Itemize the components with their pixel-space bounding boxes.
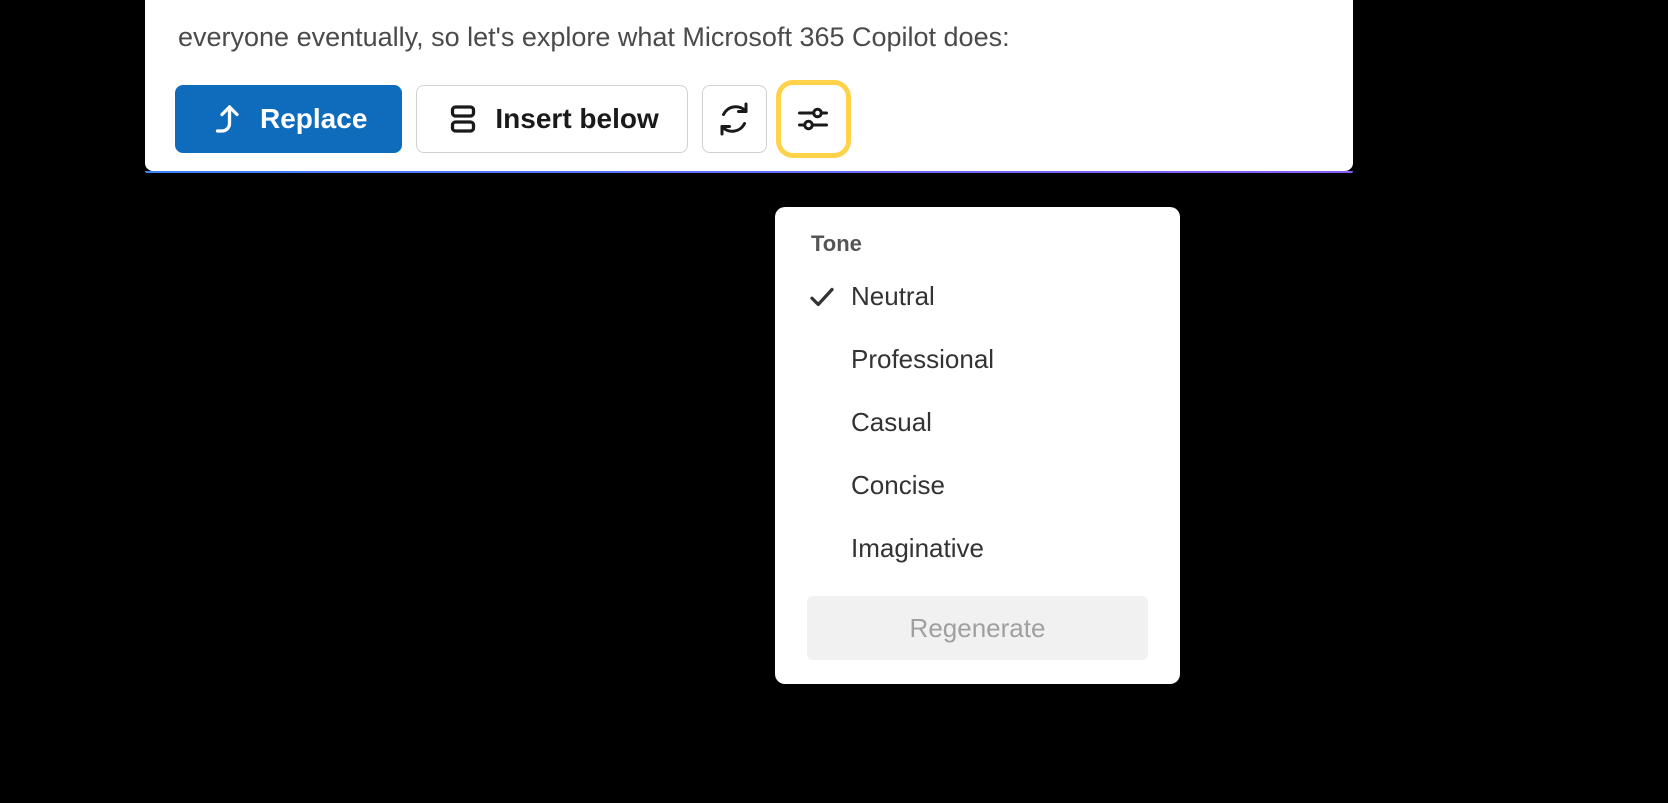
- tone-item-label: Concise: [851, 470, 945, 501]
- insert-below-label: Insert below: [495, 103, 658, 135]
- tone-item-label: Imaginative: [851, 533, 984, 564]
- regenerate-label: Regenerate: [910, 613, 1046, 644]
- tone-item-label: Professional: [851, 344, 994, 375]
- sliders-icon: [795, 101, 831, 137]
- replace-button[interactable]: Replace: [175, 85, 402, 153]
- insert-below-icon: [445, 101, 481, 137]
- refresh-icon: [716, 101, 752, 137]
- copilot-panel: everyone eventually, so let's explore wh…: [145, 0, 1353, 171]
- tone-dropdown: Tone Neutral Professional Casual: [775, 207, 1180, 684]
- insert-below-button[interactable]: Insert below: [416, 85, 687, 153]
- tone-item-imaginative[interactable]: Imaginative: [775, 517, 1180, 580]
- check-icon: [807, 282, 837, 312]
- tone-item-label: Neutral: [851, 281, 935, 312]
- replace-label: Replace: [260, 103, 367, 135]
- arrow-up-icon: [210, 101, 246, 137]
- regenerate-icon-button[interactable]: [702, 85, 767, 153]
- tone-item-neutral[interactable]: Neutral: [775, 265, 1180, 328]
- regenerate-button[interactable]: Regenerate: [807, 596, 1148, 660]
- copilot-body-text: everyone eventually, so let's explore wh…: [175, 0, 1323, 85]
- tone-item-professional[interactable]: Professional: [775, 328, 1180, 391]
- toolbar: Replace Insert below: [175, 85, 1323, 153]
- tone-header: Tone: [775, 225, 1180, 265]
- tone-item-casual[interactable]: Casual: [775, 391, 1180, 454]
- tone-settings-button[interactable]: [781, 85, 846, 153]
- tone-item-concise[interactable]: Concise: [775, 454, 1180, 517]
- tone-item-label: Casual: [851, 407, 932, 438]
